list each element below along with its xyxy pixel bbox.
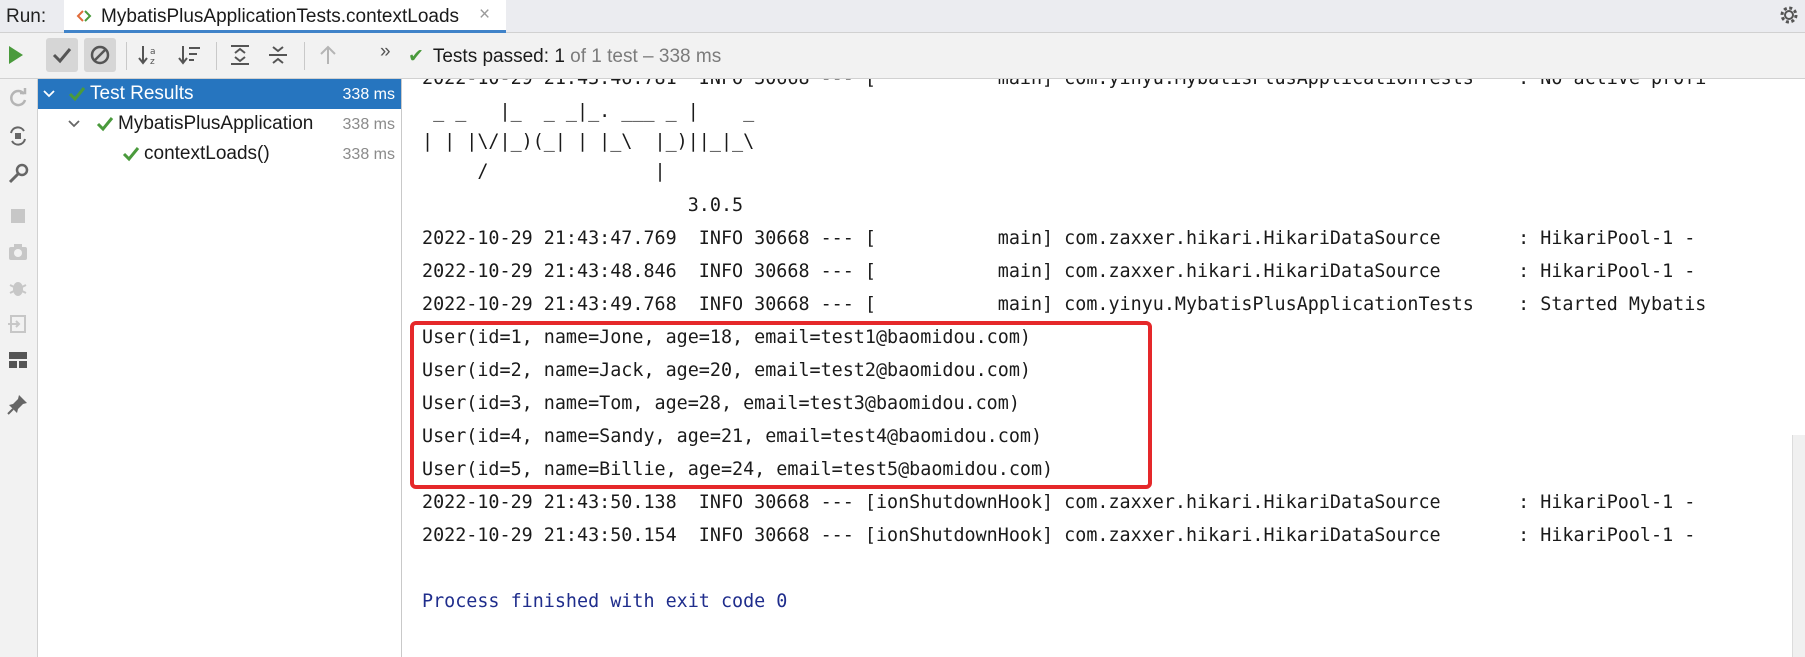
- tree-row-test-class[interactable]: MybatisPlusApplication 338 ms: [38, 109, 401, 139]
- tree-row-test-results[interactable]: Test Results 338 ms: [38, 79, 401, 109]
- gear-icon[interactable]: [1778, 4, 1800, 26]
- tree-row-label: Test Results: [90, 83, 194, 104]
- rerun-icon[interactable]: [0, 38, 32, 72]
- vertical-scrollbar[interactable]: [1792, 435, 1805, 657]
- previous-failed-icon[interactable]: [312, 38, 344, 72]
- toggle-auto-test-icon[interactable]: [5, 123, 31, 149]
- tree-row-duration: 338 ms: [342, 116, 395, 133]
- passed-check-icon: ✔: [408, 46, 424, 67]
- side-action-strip: [0, 79, 38, 657]
- tree-row-test-method[interactable]: contextLoads() 338 ms: [38, 139, 401, 169]
- tree-row-duration: 338 ms: [342, 146, 395, 163]
- test-status-summary: ✔ Tests passed: 1 of 1 test – 338 ms: [408, 45, 721, 68]
- stop-icon[interactable]: [5, 203, 31, 229]
- close-tab-icon[interactable]: ×: [479, 4, 490, 26]
- version-line: 3.0.5: [422, 195, 744, 216]
- console-line: 2022-10-29 21:43:47.769 INFO 30668 --- […: [422, 228, 1696, 249]
- chevron-down-icon[interactable]: [43, 88, 55, 100]
- svg-text:z: z: [150, 57, 155, 66]
- banner-line: _ _ |_ _ _|_. ___ _ | _: [422, 101, 755, 122]
- tests-passed-details: of 1 test – 338 ms: [570, 46, 722, 67]
- show-passed-icon[interactable]: [46, 38, 78, 72]
- run-config-tab[interactable]: MybatisPlusApplicationTests.contextLoads…: [64, 0, 506, 33]
- more-actions-chevron[interactable]: »: [380, 41, 391, 63]
- highlight-annotation-box: [410, 321, 1152, 489]
- tests-passed-label: Tests passed:: [432, 46, 550, 67]
- tree-row-label: MybatisPlusApplication: [118, 113, 314, 134]
- banner-line: / |: [422, 161, 666, 182]
- layout-icon[interactable]: [5, 347, 31, 373]
- debug-icon[interactable]: [5, 275, 31, 301]
- pin-icon[interactable]: [5, 391, 31, 417]
- tree-row-duration: 338 ms: [342, 86, 395, 103]
- exit-icon[interactable]: [5, 311, 31, 337]
- show-ignored-icon[interactable]: [84, 38, 116, 72]
- run-label: Run:: [6, 6, 47, 27]
- tree-row-label: contextLoads(): [144, 143, 270, 164]
- test-runner-toolbar: az » ✔ Tests passed: 1 of 1 test – 338 m…: [0, 33, 1805, 79]
- banner-line: | | |\/|_)(_| | |_\ |_)||_|_\: [422, 131, 755, 152]
- svg-text:a: a: [150, 47, 156, 57]
- passed-check-icon: [68, 87, 86, 102]
- passed-check-icon: [96, 117, 114, 132]
- console-line: 2022-10-29 21:43:48.846 INFO 30668 --- […: [422, 261, 1696, 282]
- console-output[interactable]: 2022-10-29 21:43:46.781 INFO 30668 --- […: [402, 79, 1805, 657]
- passed-check-icon: [122, 147, 140, 162]
- chevron-down-icon[interactable]: [68, 118, 80, 130]
- tests-passed-count: 1: [554, 46, 565, 67]
- console-line: 2022-10-29 21:43:46.781 INFO 30668 --- […: [422, 79, 1706, 95]
- sort-duration-icon[interactable]: [174, 38, 206, 72]
- rerun-failed-icon[interactable]: [5, 85, 31, 111]
- process-exit-line: Process finished with exit code 0: [422, 591, 788, 612]
- test-config-icon: [76, 10, 92, 22]
- collapse-all-icon[interactable]: [262, 38, 294, 72]
- console-line: 2022-10-29 21:43:49.768 INFO 30668 --- […: [422, 294, 1707, 315]
- console-line: 2022-10-29 21:43:50.138 INFO 30668 --- […: [422, 492, 1696, 513]
- sort-alpha-icon[interactable]: az: [134, 38, 166, 72]
- tab-title: MybatisPlusApplicationTests.contextLoads: [101, 6, 460, 27]
- expand-all-icon[interactable]: [224, 38, 256, 72]
- run-tool-window-header: Run: MybatisPlusApplicationTests.context…: [0, 0, 1805, 33]
- console-line: 2022-10-29 21:43:50.154 INFO 30668 --- […: [422, 525, 1696, 546]
- test-results-tree: Test Results 338 ms MybatisPlusApplicati…: [38, 79, 402, 657]
- settings-icon[interactable]: [5, 161, 31, 187]
- camera-icon[interactable]: [5, 239, 31, 265]
